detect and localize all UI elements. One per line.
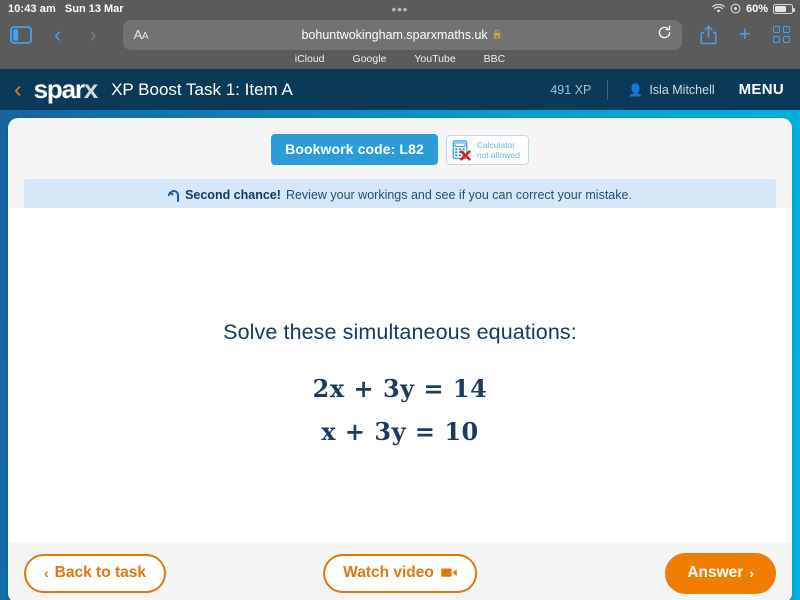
back-to-task-label: Back to task <box>54 563 146 581</box>
status-time: 10:43 am <box>8 2 56 15</box>
equation-1: 2x + 3y = 14 <box>312 374 488 403</box>
bookmark-google[interactable]: Google <box>353 53 387 65</box>
chevron-left-icon: ‹ <box>44 564 49 581</box>
browser-forward-button[interactable]: › <box>89 23 96 46</box>
back-to-task-button[interactable]: ‹ Back to task <box>24 553 166 593</box>
calculator-badge-text: Calculator not allowed <box>477 140 520 160</box>
sparx-header: ‹ sparx XP Boost Task 1: Item A 491 XP 👤… <box>0 69 800 110</box>
page-background: Bookwork code: L82 Calculator not allowe… <box>0 110 800 600</box>
new-tab-icon[interactable]: + <box>739 24 751 45</box>
question-card: Bookwork code: L82 Calculator not allowe… <box>8 118 792 600</box>
chevron-right-icon: › <box>749 564 754 581</box>
equation-2: x + 3y = 10 <box>321 417 479 446</box>
badges-row: Bookwork code: L82 Calculator not allowe… <box>8 118 792 165</box>
bookmark-bbc[interactable]: BBC <box>484 53 506 65</box>
url-value: bohuntwokingham.sparxmaths.uk <box>301 27 488 42</box>
browser-toolbar: ‹ › AA bohuntwokingham.sparxmaths.uk 🔒 +… <box>0 17 800 69</box>
menu-button[interactable]: MENU <box>735 81 800 98</box>
calculator-line-2: not allowed <box>476 149 520 160</box>
address-bar[interactable]: AA bohuntwokingham.sparxmaths.uk 🔒 <box>122 19 682 50</box>
toolbar-right-cluster: + <box>700 24 790 45</box>
tab-overview-icon[interactable] <box>773 26 790 43</box>
answer-label: Answer <box>687 563 744 581</box>
logo-text: spar <box>33 74 85 104</box>
share-icon[interactable] <box>700 25 717 45</box>
status-date: Sun 13 Mar <box>64 2 124 15</box>
bookmark-youtube[interactable]: YouTube <box>414 53 455 65</box>
person-icon: 👤 <box>628 82 644 97</box>
redo-arrow-icon <box>168 188 180 202</box>
user-name: Isla Mitchell <box>649 82 715 97</box>
watch-video-button[interactable]: Watch video <box>323 553 477 593</box>
battery-percent: 60% <box>745 2 768 15</box>
location-icon <box>730 3 741 14</box>
calculator-line-1: Calculator <box>476 139 516 150</box>
calculator-not-allowed-badge: Calculator not allowed <box>445 134 529 165</box>
battery-icon <box>773 3 795 14</box>
card-footer: ‹ Back to task Watch video Answer › <box>8 543 792 600</box>
question-body: Solve these simultaneous equations: 2x +… <box>8 208 792 543</box>
banner-message: Review your workings and see if you can … <box>285 187 632 202</box>
sparx-logo: sparx <box>33 74 99 105</box>
bookmarks-bar: iCloud Google YouTube BBC <box>0 50 800 67</box>
ipad-status-bar: 10:43 am Sun 13 Mar ••• 60% <box>0 0 800 17</box>
banner-title: Second chance! <box>185 187 281 202</box>
lock-icon: 🔒 <box>491 29 503 39</box>
watch-video-label: Watch video <box>343 563 434 581</box>
app-back-button[interactable]: ‹ <box>14 78 22 101</box>
reload-icon[interactable] <box>657 25 672 44</box>
screen: 10:43 am Sun 13 Mar ••• 60% ‹ › AA bohun… <box>0 0 800 600</box>
wifi-icon <box>712 3 725 14</box>
sidebar-icon[interactable] <box>10 25 32 44</box>
question-prompt: Solve these simultaneous equations: <box>223 320 577 344</box>
bookwork-code-badge: Bookwork code: L82 <box>271 134 438 165</box>
video-camera-icon <box>440 567 457 578</box>
browser-back-button[interactable]: ‹ <box>54 23 61 46</box>
logo-x: x <box>83 74 98 104</box>
url-text: bohuntwokingham.sparxmaths.uk 🔒 <box>123 28 682 42</box>
multitask-dots-icon[interactable]: ••• <box>392 2 409 17</box>
bookmark-icloud[interactable]: iCloud <box>295 53 325 65</box>
calculator-not-allowed-icon <box>452 139 472 161</box>
header-right-cluster: 491 XP 👤 Isla Mitchell MENU <box>550 69 800 110</box>
xp-total: 491 XP <box>550 82 592 97</box>
page-title: XP Boost Task 1: Item A <box>111 79 293 99</box>
answer-button[interactable]: Answer › <box>665 552 776 594</box>
status-right-cluster: 60% <box>712 2 795 15</box>
second-chance-banner: Second chance! Review your workings and … <box>24 179 776 210</box>
user-account[interactable]: 👤 Isla Mitchell <box>608 83 734 97</box>
